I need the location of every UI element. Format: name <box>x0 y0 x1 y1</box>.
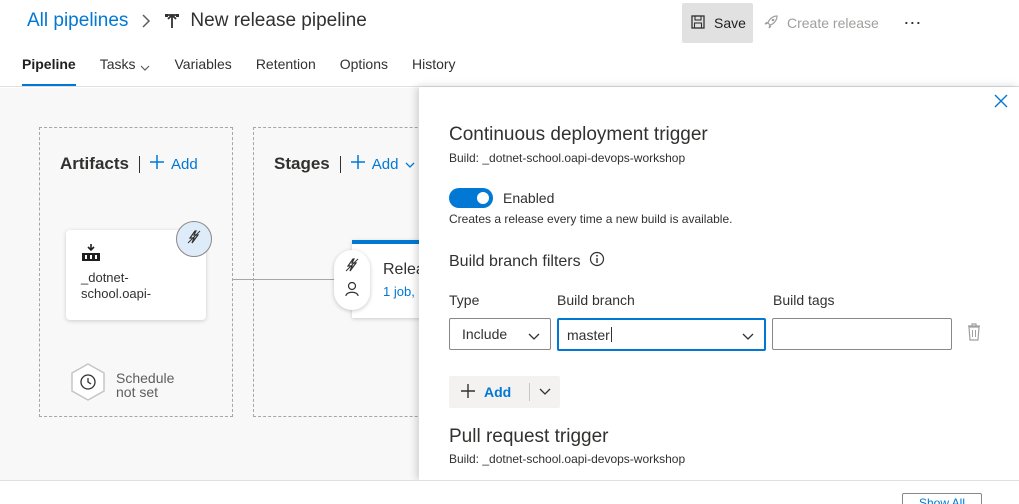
schedule-status-line2: not set <box>116 383 159 400</box>
chevron-right-icon <box>138 13 154 29</box>
panel-build-source: Build: _dotnet-school.oapi-devops-worksh… <box>449 151 686 165</box>
save-icon <box>691 14 705 32</box>
create-release-label: Create release <box>787 15 879 31</box>
add-filter-menu-button[interactable] <box>530 376 560 408</box>
close-icon[interactable] <box>994 94 1010 110</box>
stages-title: Stages <box>274 154 330 173</box>
chevron-down-icon <box>742 328 754 344</box>
info-icon[interactable] <box>589 251 605 272</box>
tab-tasks[interactable]: Tasks <box>100 56 151 86</box>
show-all-button[interactable]: Show All <box>902 493 982 504</box>
person-icon <box>345 281 359 302</box>
chevron-down-icon[interactable] <box>995 499 1007 504</box>
artifacts-header: Artifacts Add <box>60 154 198 174</box>
plus-icon <box>149 155 164 173</box>
type-dropdown[interactable]: Include <box>449 318 551 350</box>
page-title: New release pipeline <box>190 10 367 31</box>
release-pipeline-editor: All pipelines New release pipeline Save … <box>0 0 1019 504</box>
tab-history[interactable]: History <box>412 56 456 86</box>
header: All pipelines New release pipeline Save … <box>0 0 1019 87</box>
save-button[interactable]: Save <box>682 3 753 43</box>
add-artifact-label: Add <box>170 155 198 173</box>
create-release-button[interactable]: Create release <box>761 3 887 43</box>
tab-options[interactable]: Options <box>340 56 388 86</box>
stages-header: Stages Add <box>274 154 415 174</box>
add-filter-button[interactable]: Add <box>449 376 529 408</box>
tab-variables-label: Variables <box>174 56 232 72</box>
rocket-icon <box>763 14 779 33</box>
tab-retention-label: Retention <box>255 56 316 72</box>
schedule-trigger[interactable]: Schedule not set <box>70 363 174 406</box>
tab-history-label: History <box>412 56 456 72</box>
tab-bar: Pipeline Tasks Variables Retention Optio… <box>22 56 480 86</box>
lightning-icon <box>345 258 359 277</box>
artifact-name: _dotnet-school.oapi- <box>81 270 152 301</box>
schedule-status: Schedule not set <box>116 371 174 399</box>
plus-icon <box>350 155 365 173</box>
build-tags-input[interactable] <box>772 318 952 350</box>
more-actions-button[interactable]: ⋯ <box>901 3 925 43</box>
tags-column-header: Build tags <box>773 292 835 308</box>
chevron-down-icon <box>405 156 415 173</box>
save-label: Save <box>714 15 746 31</box>
release-pipeline-icon <box>164 12 182 30</box>
build-artifact-icon <box>81 244 101 267</box>
bottom-bar: Show All <box>0 480 1019 504</box>
build-branch-dropdown[interactable]: master <box>557 318 766 351</box>
continuous-deployment-trigger-button[interactable] <box>176 221 212 257</box>
tab-pipeline[interactable]: Pipeline <box>22 56 76 86</box>
build-branch-filters-heading: Build branch filters <box>449 251 605 272</box>
tab-retention[interactable]: Retention <box>256 56 316 86</box>
trash-icon[interactable] <box>967 323 981 341</box>
text-cursor <box>610 327 612 342</box>
add-stage-label: Add <box>371 155 399 173</box>
build-branch-value: master <box>567 326 610 343</box>
chevron-down-icon <box>528 328 540 344</box>
all-pipelines-link[interactable]: All pipelines <box>27 10 128 32</box>
chevron-down-icon <box>140 59 150 75</box>
artifacts-section: Artifacts Add _dotnet-school.oapi- Sched… <box>39 127 233 417</box>
add-filter-split-button: Add <box>449 376 560 408</box>
lightning-icon <box>187 229 201 249</box>
tab-pipeline-label: Pipeline <box>22 56 76 72</box>
tab-variables[interactable]: Variables <box>174 56 231 86</box>
enabled-toggle[interactable] <box>449 188 493 208</box>
tab-options-label: Options <box>339 56 388 72</box>
cd-trigger-panel: Continuous deployment trigger Build: _do… <box>419 87 1019 480</box>
pre-deployment-conditions-button[interactable] <box>334 250 370 310</box>
clock-icon <box>70 363 106 406</box>
add-artifact-button[interactable]: Add <box>149 155 198 173</box>
branch-column-header: Build branch <box>557 292 635 308</box>
plus-icon <box>461 383 475 401</box>
divider <box>138 155 140 173</box>
pull-request-trigger-title: Pull request trigger <box>449 426 609 447</box>
panel-title: Continuous deployment trigger <box>449 124 708 145</box>
add-stage-button[interactable]: Add <box>350 155 416 173</box>
enabled-label: Enabled <box>503 190 555 206</box>
type-column-header: Type <box>449 292 480 308</box>
filters-title: Build branch filters <box>449 252 581 270</box>
toolbar: Save Create release ⋯ <box>682 3 925 43</box>
stage-job-summary[interactable]: 1 job, <box>383 284 415 299</box>
artifacts-title: Artifacts <box>60 154 129 173</box>
add-filter-label: Add <box>484 384 512 400</box>
divider <box>339 155 341 173</box>
tab-tasks-label: Tasks <box>99 56 136 72</box>
chevron-down-icon <box>539 383 551 401</box>
enabled-toggle-row: Enabled <box>449 188 554 208</box>
pull-request-build-source: Build: _dotnet-school.oapi-devops-worksh… <box>449 452 686 466</box>
toggle-description: Creates a release every time a new build… <box>449 212 733 226</box>
breadcrumb: All pipelines New release pipeline <box>27 8 367 34</box>
type-dropdown-value: Include <box>462 326 508 342</box>
